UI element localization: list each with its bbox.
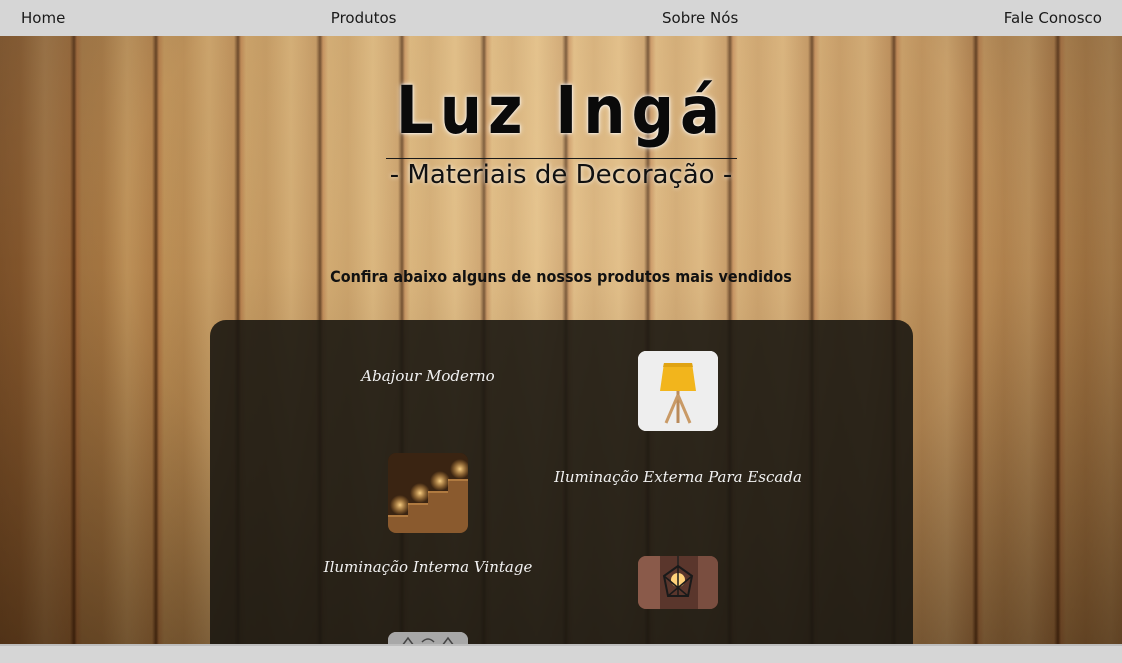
nav-home-link[interactable]: Home [21, 9, 65, 27]
lamp-icon [638, 351, 718, 431]
nav-contact-link[interactable]: Fale Conosco [1004, 9, 1102, 27]
title-divider [386, 158, 737, 159]
site-subtitle: - Materiais de Decoração - [389, 160, 733, 190]
product-name-vintage[interactable]: Iluminação Interna Vintage [324, 558, 533, 576]
stairs-icon [388, 453, 468, 533]
nav-about-link[interactable]: Sobre Nós [662, 9, 738, 27]
horizontal-scrollbar[interactable] [0, 644, 1122, 663]
yellow-lamp-image[interactable] [638, 351, 718, 431]
nav-products-link[interactable]: Produtos [331, 9, 397, 27]
vintage-pendant-image[interactable] [638, 556, 718, 609]
products-panel: Abajour Moderno Iluminação Externa Para … [210, 320, 913, 663]
top-navbar: Home Produtos Sobre Nós Fale Conosco [0, 0, 1122, 36]
products-intro-text: Confira abaixo alguns de nossos produtos… [330, 267, 792, 286]
site-title: Luz Ingá [395, 72, 727, 149]
product-name-escada[interactable]: Iluminação Externa Para Escada [554, 468, 802, 486]
pendant-lamp-icon [638, 556, 718, 609]
product-name-abajour[interactable]: Abajour Moderno [361, 367, 494, 385]
page: Home Produtos Sobre Nós Fale Conosco Luz… [0, 0, 1122, 663]
lit-stairs-image[interactable] [388, 453, 468, 533]
